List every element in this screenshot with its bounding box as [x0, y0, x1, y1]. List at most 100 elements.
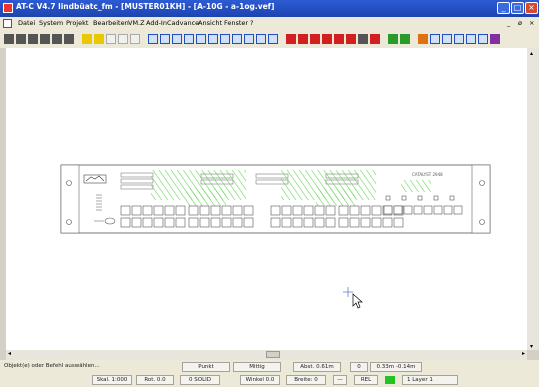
rj45-port	[142, 205, 153, 216]
grid-icon[interactable]	[232, 34, 242, 44]
horizontal-scrollbar[interactable]: ◂ ▸	[6, 350, 527, 360]
mdi-restore-button[interactable]: ø	[518, 19, 522, 27]
layer-color-swatch	[385, 376, 395, 384]
menu-bearbeiten[interactable]: Bearbeiten	[93, 19, 129, 27]
document-icon[interactable]	[3, 19, 12, 28]
status-linetype[interactable]: —	[333, 375, 347, 385]
menu-ansicht[interactable]: Ansicht	[198, 19, 222, 27]
mouse-pointer-icon	[352, 293, 363, 309]
rj45-port	[232, 217, 243, 228]
grid-icon[interactable]	[184, 34, 194, 44]
window-title: AT-C V4.7 lindbüatc_fm - [MUSTER01KH] - …	[16, 2, 275, 11]
rj45-port	[221, 205, 232, 216]
rack-ear-left	[60, 164, 80, 234]
yellow-tool-icon[interactable]	[94, 34, 104, 44]
grid-icon[interactable]	[208, 34, 218, 44]
rj45-port	[175, 205, 186, 216]
snap-icon[interactable]	[466, 34, 476, 44]
status-snap[interactable]: Punkt	[182, 362, 230, 372]
status-bar-top: Objekt(e) oder Befehl auswählen... Punkt…	[0, 360, 539, 373]
snap-icon[interactable]	[430, 34, 440, 44]
crosshair-cursor	[343, 287, 353, 297]
new-icon[interactable]	[4, 34, 14, 44]
menu-bar: Datei System Projekt Bearbeiten VM.Z Add…	[0, 17, 539, 31]
print-icon[interactable]	[40, 34, 50, 44]
menu-datei[interactable]: Datei	[18, 19, 35, 27]
status-angle[interactable]: Winkel 0.0	[240, 375, 280, 385]
mdi-close-button[interactable]: ×	[529, 19, 534, 27]
save-icon[interactable]	[28, 34, 38, 44]
orange-tool-icon[interactable]	[418, 34, 428, 44]
open-icon[interactable]	[16, 34, 26, 44]
status-layer[interactable]: 1 Layer 1	[402, 375, 458, 385]
title-bar: AT-C V4.7 lindbüatc_fm - [MUSTER01KH] - …	[0, 0, 539, 17]
rj45-port	[131, 217, 142, 228]
status-mode[interactable]: Mittig	[233, 362, 281, 372]
arrow-icon[interactable]	[106, 34, 116, 44]
rj45-port	[120, 217, 131, 228]
rj45-port	[210, 205, 221, 216]
layer-icon[interactable]	[160, 34, 170, 44]
grid-icon[interactable]	[256, 34, 266, 44]
menu-fenster[interactable]: Fenster	[224, 19, 248, 27]
status-width[interactable]: Breite: 0	[286, 375, 326, 385]
red-tool-icon[interactable]	[322, 34, 332, 44]
red-tool-icon[interactable]	[370, 34, 380, 44]
red-tool-icon[interactable]	[334, 34, 344, 44]
menu-help[interactable]: ?	[250, 19, 253, 27]
text-icon[interactable]	[358, 34, 368, 44]
preview-icon[interactable]	[52, 34, 62, 44]
app-icon[interactable]	[3, 3, 13, 13]
rj45-port	[164, 217, 175, 228]
red-tool-icon[interactable]	[286, 34, 296, 44]
status-rel[interactable]: REL	[354, 375, 378, 385]
close-button[interactable]: ×	[525, 2, 538, 14]
yellow-tool-icon[interactable]	[82, 34, 92, 44]
status-coords: 0.33m -0.14m	[370, 362, 422, 372]
menu-add-in[interactable]: Add-In	[146, 19, 167, 27]
rj45-port	[232, 205, 243, 216]
layer-icon[interactable]	[172, 34, 182, 44]
status-rot[interactable]: Rot. 0.0	[136, 375, 174, 385]
mdi-minimize-button[interactable]: _	[507, 19, 510, 27]
minimize-button[interactable]: _	[497, 2, 510, 14]
rj45-port	[120, 205, 131, 216]
zoom-icon[interactable]	[64, 34, 74, 44]
layer-icon[interactable]	[148, 34, 158, 44]
green-tool-icon[interactable]	[388, 34, 398, 44]
scroll-thumb[interactable]	[266, 351, 280, 358]
grid-icon[interactable]	[268, 34, 278, 44]
status-scale[interactable]: Skal. 1:000	[92, 375, 132, 385]
panel-label: CATALYST 2948	[412, 172, 443, 177]
scroll-up-icon[interactable]: ▴	[530, 50, 533, 57]
vertical-scrollbar[interactable]: ▴ ▾	[527, 48, 539, 350]
snap-icon[interactable]	[478, 34, 488, 44]
red-tool-icon[interactable]	[346, 34, 356, 44]
menu-projekt[interactable]: Projekt	[66, 19, 88, 27]
drawing-canvas[interactable]: CATALYST 2948	[6, 48, 527, 350]
purple-tool-icon[interactable]	[490, 34, 500, 44]
maximize-button[interactable]: □	[511, 2, 524, 14]
grid-icon[interactable]	[220, 34, 230, 44]
status-solid[interactable]: 0 SOLID	[180, 375, 220, 385]
snap-icon[interactable]	[454, 34, 464, 44]
scroll-right-icon[interactable]: ▸	[522, 350, 525, 357]
red-tool-icon[interactable]	[310, 34, 320, 44]
green-tool-icon[interactable]	[400, 34, 410, 44]
status-value: 0	[350, 362, 368, 372]
scroll-down-icon[interactable]: ▾	[530, 343, 533, 350]
rj45-port	[243, 217, 254, 228]
rj45-port	[188, 205, 199, 216]
grid-icon[interactable]	[244, 34, 254, 44]
snap-icon[interactable]	[442, 34, 452, 44]
rj45-port	[303, 217, 314, 228]
menu-cadvance[interactable]: Cadvance	[167, 19, 199, 27]
rect-icon[interactable]	[130, 34, 140, 44]
circle-icon[interactable]	[118, 34, 128, 44]
menu-vmz[interactable]: VM.Z	[128, 19, 145, 27]
menu-system[interactable]: System	[39, 19, 63, 27]
red-tool-icon[interactable]	[298, 34, 308, 44]
scroll-left-icon[interactable]: ◂	[8, 350, 11, 357]
rj45-port	[188, 217, 199, 228]
grid-icon[interactable]	[196, 34, 206, 44]
